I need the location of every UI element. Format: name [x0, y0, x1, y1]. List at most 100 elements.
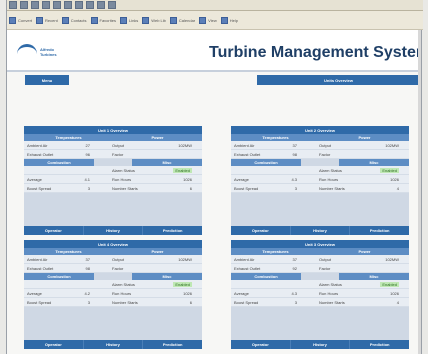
row-label: Boost Spread — [27, 299, 52, 305]
row-label: Output — [112, 142, 125, 148]
history-button[interactable]: History — [289, 340, 350, 349]
unit-panel-title: Unit 2 Overview — [231, 126, 409, 134]
row-label: Alarm Status — [319, 281, 342, 287]
unit-panel: Unit 3 Overview Temperatures Power Ambie… — [231, 240, 409, 349]
row-value: 102MW — [178, 256, 192, 262]
panel-footer: Operator History Prediction — [24, 340, 202, 349]
panel-section-headers: Temperatures Power — [231, 248, 409, 255]
history-button[interactable]: History — [82, 340, 143, 349]
home-icon[interactable] — [42, 1, 50, 9]
toolbar-item-favorites[interactable]: Favorites — [90, 16, 116, 24]
toolbar-item-links[interactable]: Links — [119, 16, 138, 24]
recent-icon — [36, 16, 44, 24]
operator-button[interactable]: Operator — [24, 226, 83, 235]
favorites-icon[interactable] — [64, 1, 72, 9]
row-value: 102MW — [178, 142, 192, 148]
unit-panel: Unit 4 Overview Temperatures Power Ambie… — [24, 240, 202, 349]
panel-row: Alarm Status Enabled — [24, 166, 202, 175]
panel-subheaders: Combustion Misc — [231, 159, 409, 166]
prediction-button[interactable]: Prediction — [142, 340, 202, 349]
history-button[interactable]: History — [82, 226, 143, 235]
row-label: Average — [234, 176, 249, 182]
row-value: 3 — [87, 185, 90, 191]
panel-row: Average 4.3 Run Hours 1026 — [231, 175, 409, 184]
unit-panel-title: Unit 1 Overview — [24, 126, 202, 134]
toolbar-item-weblib[interactable]: Web Lib — [142, 16, 166, 24]
prediction-button[interactable]: Prediction — [349, 226, 409, 235]
toolbar-item-contacts[interactable]: Contacts — [61, 16, 87, 24]
row-label: Alarm Status — [112, 167, 135, 173]
row-label: Factor — [112, 265, 124, 271]
misc-header: Misc — [339, 159, 409, 166]
panel-row: Alarm Status Enabled — [231, 166, 409, 175]
row-label: Factor — [319, 265, 331, 271]
row-label: Factor — [319, 151, 331, 157]
unit-panel: Unit 1 Overview Temperatures Power Ambie… — [24, 126, 202, 235]
temperatures-header: Temperatures — [231, 134, 320, 141]
combustion-header: Combustion — [231, 159, 301, 166]
misc-header: Misc — [339, 273, 409, 280]
row-value: 98 — [85, 265, 90, 271]
print-icon[interactable] — [97, 1, 105, 9]
operator-button[interactable]: Operator — [24, 340, 83, 349]
panel-row: Boost Spread 3 Number Starts 4 — [231, 298, 409, 307]
prediction-button[interactable]: Prediction — [349, 340, 409, 349]
vertical-scrollbar[interactable] — [418, 30, 421, 354]
forward-icon[interactable] — [20, 1, 28, 9]
row-value: 4.3 — [291, 290, 297, 296]
star-icon — [90, 16, 98, 24]
page-title: Turbine Management System — [209, 44, 419, 61]
row-label: Number Starts — [319, 299, 345, 305]
calendar-icon — [169, 16, 177, 24]
row-label: Boost Spread — [27, 185, 52, 191]
operator-button[interactable]: Operator — [231, 226, 290, 235]
panel-row: Alarm Status Enabled — [231, 280, 409, 289]
toolbar-item-recent[interactable]: Recent — [36, 16, 58, 24]
panel-row: Ambient Air 37 Output 102MW — [231, 141, 409, 150]
row-label: Ambient Air — [27, 256, 48, 262]
temperatures-header: Temperatures — [24, 134, 113, 141]
panel-row: Ambient Air 37 Output 102MW — [24, 255, 202, 264]
history-button[interactable]: History — [289, 226, 350, 235]
row-value: 4 — [396, 185, 399, 191]
toolbar-item-convert[interactable]: Convert — [9, 16, 32, 24]
toolbar-item-view[interactable]: View — [199, 16, 217, 24]
refresh-icon[interactable] — [31, 1, 39, 9]
row-value: 4.3 — [291, 176, 297, 182]
row-value: 92 — [292, 265, 297, 271]
row-value: 27 — [85, 142, 90, 148]
prediction-button[interactable]: Prediction — [142, 226, 202, 235]
row-value: 37 — [292, 256, 297, 262]
panel-row: Exhaust Outlet 92 Factor — [231, 264, 409, 273]
toolbar-item-help[interactable]: Help — [220, 16, 238, 24]
operator-button[interactable]: Operator — [231, 340, 290, 349]
panel-section-headers: Temperatures Power — [231, 134, 409, 141]
menu-button[interactable]: Menu — [25, 75, 69, 85]
row-label: Factor — [112, 151, 124, 157]
row-value: 1026 — [390, 176, 399, 182]
status-badge: Enabled — [380, 167, 399, 173]
temperatures-header: Temperatures — [231, 248, 320, 255]
back-icon[interactable] — [9, 1, 17, 9]
row-label: Run Hours — [319, 176, 339, 182]
row-label: Run Hours — [319, 290, 339, 296]
panel-row: Boost Spread 3 Number Starts 6 — [24, 298, 202, 307]
row-label: Exhaust Outlet — [27, 265, 54, 271]
panel-subheaders: Combustion Misc — [231, 273, 409, 280]
panel-footer: Operator History Prediction — [231, 340, 409, 349]
units-overview-tab[interactable]: Units Overview — [257, 75, 420, 85]
mail-icon[interactable] — [86, 1, 94, 9]
history-icon[interactable] — [75, 1, 83, 9]
row-value: 37 — [292, 142, 297, 148]
row-value: 37 — [85, 256, 90, 262]
power-header: Power — [113, 134, 202, 141]
row-value: 3 — [294, 185, 297, 191]
search-icon[interactable] — [53, 1, 61, 9]
globe-icon — [142, 16, 150, 24]
edit-icon[interactable] — [108, 1, 116, 9]
row-label: Ambient Air — [234, 142, 255, 148]
toolbar-item-calendar[interactable]: Calendar — [169, 16, 195, 24]
combustion-header: Combustion — [24, 159, 94, 166]
link-icon — [119, 16, 127, 24]
row-label: Run Hours — [112, 176, 132, 182]
